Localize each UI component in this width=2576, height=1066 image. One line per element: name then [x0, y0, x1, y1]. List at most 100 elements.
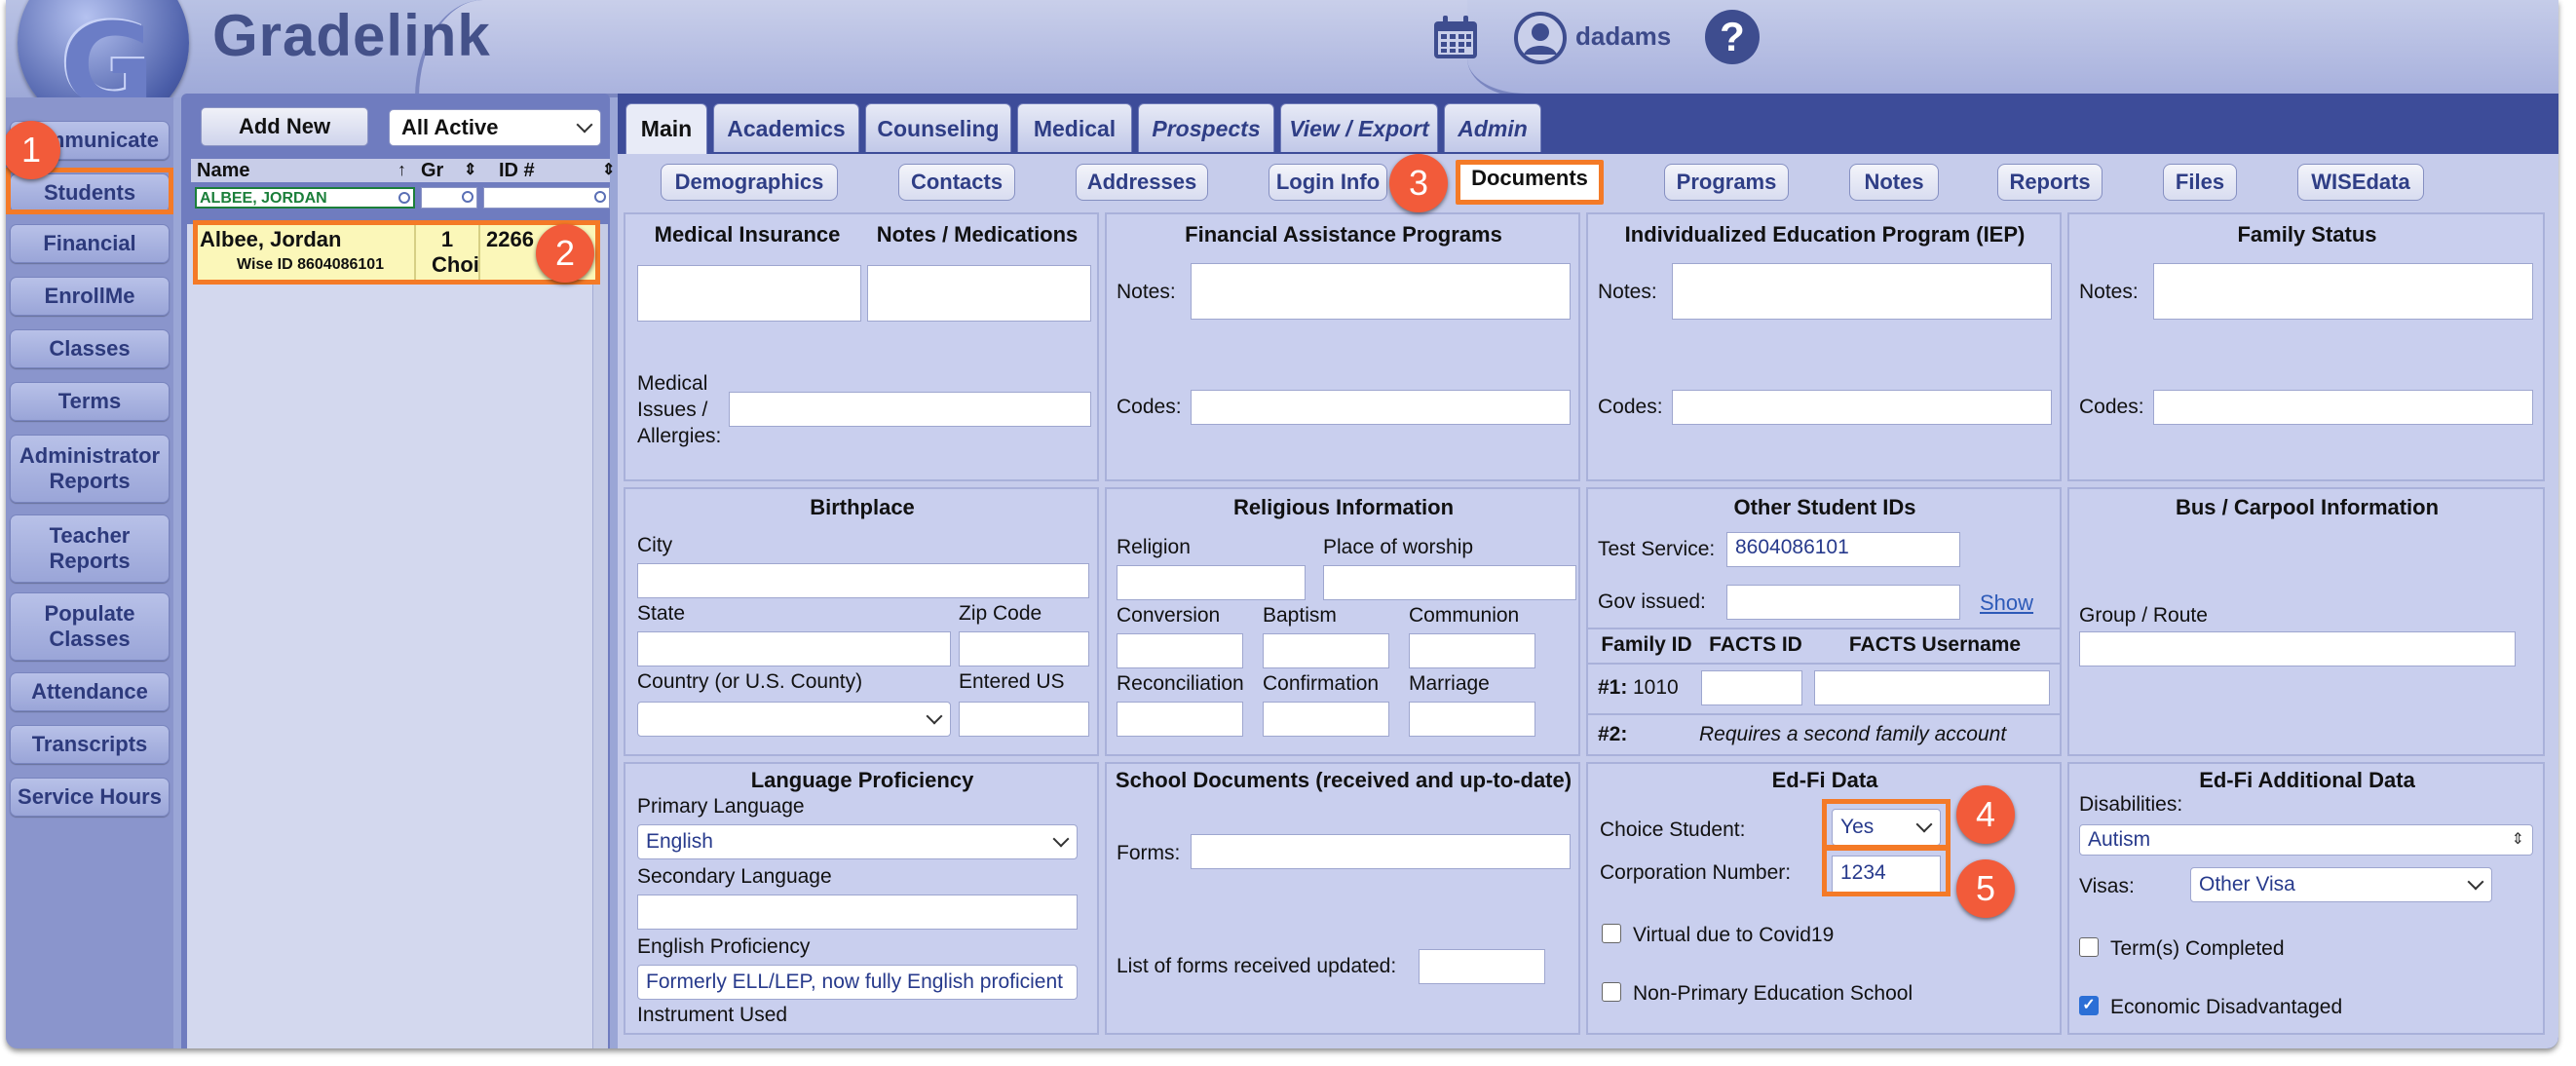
virtual-covid-checkbox[interactable]	[1602, 924, 1621, 943]
disabilities-select[interactable]: Autism ⇕	[2079, 824, 2533, 856]
subtab-programs[interactable]: Programs	[1664, 164, 1789, 201]
tab-counseling[interactable]: Counseling	[865, 103, 1011, 152]
facts-username-input[interactable]	[1814, 670, 2050, 705]
worship-input[interactable]	[1323, 565, 1576, 600]
iep-notes-label: Notes:	[1598, 281, 1657, 303]
facts-id-input[interactable]	[1701, 670, 1802, 705]
worship-label: Place of worship	[1323, 536, 1474, 558]
brand-name: Gradelink	[212, 3, 491, 68]
visas-select[interactable]: Other Visa	[2190, 867, 2492, 902]
conversion-input[interactable]	[1117, 633, 1243, 668]
panel-religious: Religious Information Religion Place of …	[1105, 487, 1580, 756]
status-filter-select[interactable]: All Active	[389, 109, 601, 146]
medical-insurance-title: Medical Insurance	[654, 222, 841, 247]
confirmation-input[interactable]	[1263, 702, 1389, 737]
iep-codes-input[interactable]	[1672, 390, 2052, 425]
col-grade[interactable]: Gr	[421, 160, 443, 182]
fa-codes-label: Codes:	[1117, 396, 1182, 418]
state-input[interactable]	[637, 631, 951, 666]
non-primary-label: Non-Primary Education School	[1633, 982, 1913, 1005]
communion-input[interactable]	[1409, 633, 1535, 668]
fa-notes-input[interactable]	[1191, 263, 1571, 320]
religion-input[interactable]	[1117, 565, 1306, 600]
chevron-down-icon	[926, 707, 943, 725]
chevron-down-icon	[1915, 816, 1933, 833]
choice-student-label: Choice Student:	[1600, 819, 1746, 841]
subtab-files[interactable]: Files	[2163, 164, 2237, 201]
nav-transcripts[interactable]: Transcripts	[10, 725, 170, 764]
primary-language-select[interactable]: English	[637, 824, 1078, 859]
sort-icon[interactable]: ⇕	[464, 160, 476, 179]
iep-notes-input[interactable]	[1672, 263, 2052, 320]
subtab-demographics[interactable]: Demographics	[661, 164, 838, 201]
test-service-input[interactable]: 8604086101	[1726, 532, 1960, 567]
medical-insurance-input[interactable]	[637, 265, 861, 322]
nav-service-hours[interactable]: Service Hours	[10, 778, 170, 817]
help-icon[interactable]: ?	[1705, 10, 1760, 64]
corporation-number-label: Corporation Number:	[1600, 861, 1792, 884]
zip-input[interactable]	[959, 631, 1089, 666]
terms-completed-checkbox[interactable]	[2079, 937, 2099, 957]
medical-issues-input[interactable]	[729, 392, 1091, 427]
instrument-select[interactable]	[637, 1033, 1078, 1035]
subtab-contacts[interactable]: Contacts	[898, 164, 1015, 201]
english-proficiency-select[interactable]: Formerly ELL/LEP, now fully English prof…	[637, 965, 1078, 1000]
choice-student-select[interactable]: Yes	[1832, 809, 1941, 846]
reconciliation-input[interactable]	[1117, 702, 1243, 737]
subtab-notes[interactable]: Notes	[1849, 164, 1939, 201]
tab-main[interactable]: Main	[625, 103, 707, 158]
id-filter-input[interactable]	[483, 187, 610, 209]
tab-medical[interactable]: Medical	[1017, 103, 1132, 152]
user-avatar-icon[interactable]	[1514, 12, 1567, 64]
secondary-language-input[interactable]	[637, 895, 1078, 930]
tab-view-export[interactable]: View / Export	[1280, 103, 1438, 152]
divider	[1588, 628, 2062, 629]
forms-input[interactable]	[1191, 834, 1571, 869]
sort-asc-icon[interactable]: ↑	[398, 160, 406, 180]
nav-terms[interactable]: Terms	[10, 382, 170, 421]
list-updated-input[interactable]	[1419, 949, 1545, 984]
fs-notes-input[interactable]	[2153, 263, 2533, 320]
sort-icon[interactable]: ⇕	[602, 160, 615, 179]
student-list-scrollbar[interactable]	[592, 224, 608, 1048]
calendar-icon[interactable]	[1431, 14, 1480, 62]
tab-prospects[interactable]: Prospects	[1138, 103, 1274, 152]
group-route-input[interactable]	[2079, 631, 2516, 666]
baptism-input[interactable]	[1263, 633, 1389, 668]
nav-teacher-reports[interactable]: Teacher Reports	[10, 514, 170, 583]
grade-filter-input[interactable]	[421, 187, 477, 209]
nav-enrollme[interactable]: EnrollMe	[10, 277, 170, 316]
nav-administrator-reports[interactable]: Administrator Reports	[10, 435, 170, 503]
student-grade-cell: 1 Choic	[418, 225, 480, 280]
economic-disadvantaged-checkbox[interactable]: ✓	[2079, 996, 2099, 1015]
subtab-wisedata[interactable]: WISEdata	[2297, 164, 2424, 201]
nav-populate-classes[interactable]: Populate Classes	[10, 592, 170, 661]
subtab-reports[interactable]: Reports	[1997, 164, 2102, 201]
nav-financial[interactable]: Financial	[10, 224, 170, 263]
marriage-input[interactable]	[1409, 702, 1535, 737]
col-name[interactable]: Name	[197, 160, 249, 182]
nav-students[interactable]: Students	[10, 173, 170, 212]
subtab-documents[interactable]: Documents	[1456, 160, 1604, 205]
city-input[interactable]	[637, 563, 1089, 598]
nav-attendance[interactable]: Attendance	[10, 672, 170, 711]
entered-us-input[interactable]	[959, 702, 1089, 737]
panel-language: Language Proficiency Primary Language En…	[624, 762, 1099, 1035]
name-filter-input[interactable]: ALBEE, JORDAN	[195, 187, 415, 209]
subtab-addresses[interactable]: Addresses	[1076, 164, 1208, 201]
tab-academics[interactable]: Academics	[713, 103, 859, 152]
show-link[interactable]: Show	[1980, 590, 2033, 616]
fa-codes-input[interactable]	[1191, 390, 1571, 425]
fs-codes-input[interactable]	[2153, 390, 2533, 425]
nav-classes[interactable]: Classes	[10, 329, 170, 368]
col-id[interactable]: ID #	[499, 160, 535, 182]
tab-admin[interactable]: Admin	[1444, 103, 1541, 152]
add-new-button[interactable]: Add New	[201, 107, 368, 146]
non-primary-checkbox[interactable]	[1602, 982, 1621, 1002]
country-select[interactable]	[637, 702, 951, 737]
subtab-login-info[interactable]: Login Info	[1269, 164, 1387, 201]
corporation-number-input[interactable]: 1234	[1832, 856, 1941, 893]
notes-medications-input[interactable]	[867, 265, 1091, 322]
gov-issued-input[interactable]	[1726, 585, 1960, 620]
username[interactable]: dadams	[1575, 21, 1671, 52]
